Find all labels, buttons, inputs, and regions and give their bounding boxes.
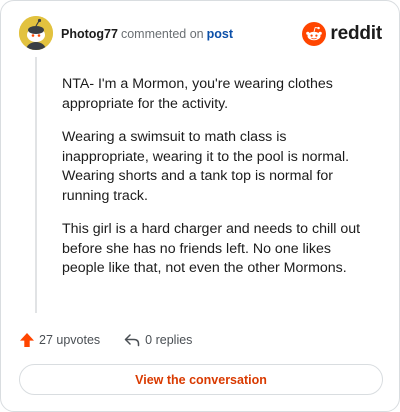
comment-paragraph: Wearing a swimsuit to math class is inap…: [62, 129, 350, 204]
comment-paragraph: This girl is a hard charger and needs to…: [62, 221, 361, 276]
reply-arrow-icon: [124, 334, 140, 347]
upvote-count: 27 upvotes: [39, 333, 101, 347]
reddit-brand[interactable]: reddit: [302, 21, 382, 47]
post-link[interactable]: post: [207, 27, 233, 41]
view-conversation-button[interactable]: View the conversation: [19, 364, 383, 395]
comment-paragraph: NTA- I'm a Mormon, you're wearing clothe…: [62, 76, 333, 112]
comment-card: Photog77 commented on post reddit NTA- I'm…: [0, 0, 400, 412]
commented-on-text: commented on: [120, 27, 204, 41]
comment-meta: Photog77 commented on post: [61, 26, 233, 42]
comment-actions: 27 upvotes 0 replies: [19, 331, 192, 349]
username-link[interactable]: Photog77: [61, 27, 118, 41]
reply-button[interactable]: 0 replies: [124, 333, 192, 347]
upvote-button[interactable]: 27 upvotes: [19, 332, 100, 348]
reddit-wordmark: reddit: [330, 23, 382, 44]
comment-body: NTA- I'm a Mormon, you're wearing clothe…: [62, 75, 374, 293]
reddit-logo-icon: [302, 22, 327, 46]
user-avatar[interactable]: [19, 16, 53, 50]
upvote-arrow-icon: [20, 333, 34, 347]
snoo-avatar-icon: [19, 16, 53, 50]
comment-header: Photog77 commented on post reddit: [1, 1, 399, 67]
reply-count: 0 replies: [145, 333, 193, 347]
thread-line: [35, 57, 37, 313]
